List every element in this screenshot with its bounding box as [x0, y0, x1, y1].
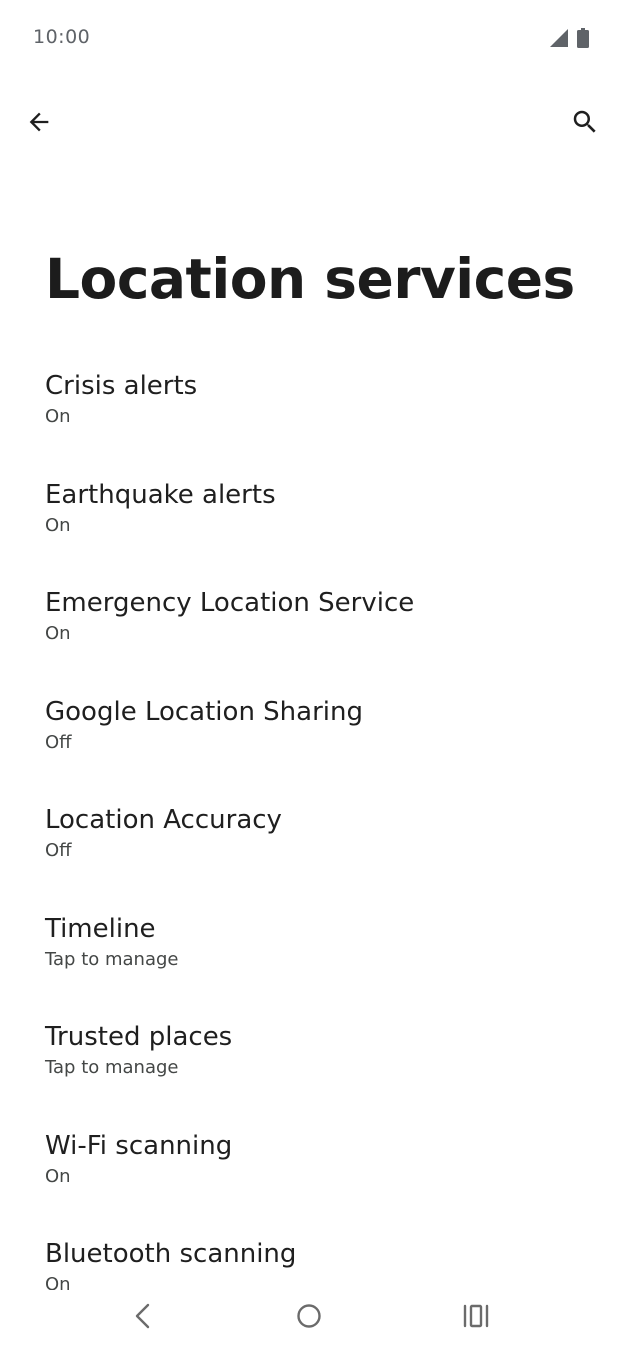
item-title: Bluetooth scanning — [45, 1239, 297, 1269]
item-summary: Off — [45, 840, 72, 861]
back-arrow-icon — [29, 112, 49, 132]
settings-list[interactable]: Crisis alerts On Earthquake alerts On Em… — [0, 358, 619, 1290]
item-summary: On — [45, 1165, 71, 1187]
list-item-earthquake-alerts[interactable]: Earthquake alerts On — [0, 467, 619, 576]
nav-home-button[interactable] — [279, 1296, 339, 1336]
back-button[interactable] — [15, 98, 63, 146]
nav-back-button[interactable] — [112, 1296, 172, 1336]
list-item-timeline[interactable]: Timeline Tap to manage — [0, 901, 619, 1010]
list-item-bluetooth-scanning[interactable]: Bluetooth scanning On — [0, 1226, 619, 1290]
list-item-google-location-sharing[interactable]: Google Location Sharing Off — [0, 684, 619, 793]
item-summary: Tap to manage — [45, 1057, 179, 1078]
item-summary: On — [45, 406, 71, 427]
cellular-signal-icon — [550, 29, 568, 47]
item-title: Location Accuracy — [45, 805, 282, 835]
page-title: Location services — [45, 247, 575, 311]
item-title: Google Location Sharing — [45, 696, 363, 727]
search-icon — [573, 110, 596, 133]
nav-back-icon — [135, 1303, 150, 1329]
search-button[interactable] — [561, 98, 609, 146]
item-title: Trusted places — [45, 1022, 233, 1052]
item-title: Emergency Location Service — [45, 588, 415, 618]
battery-icon — [577, 28, 589, 48]
nav-recents-icon — [463, 1304, 489, 1328]
list-item-crisis-alerts[interactable]: Crisis alerts On — [0, 358, 619, 467]
navigation-bar — [0, 1290, 619, 1350]
toolbar — [0, 96, 619, 148]
status-bar: 10:00 — [0, 0, 619, 76]
item-title: Wi-Fi scanning — [45, 1130, 233, 1161]
list-item-emergency-location-service[interactable]: Emergency Location Service On — [0, 575, 619, 684]
list-item-trusted-places[interactable]: Trusted places Tap to manage — [0, 1009, 619, 1118]
item-title: Crisis alerts — [45, 371, 198, 401]
item-title: Earthquake alerts — [45, 479, 276, 510]
status-icons — [549, 28, 589, 48]
nav-home-icon — [297, 1304, 321, 1328]
item-summary: On — [45, 514, 71, 536]
status-time: 10:00 — [33, 26, 91, 48]
item-summary: On — [45, 1274, 71, 1290]
list-item-location-accuracy[interactable]: Location Accuracy Off — [0, 792, 619, 901]
list-item-wifi-scanning[interactable]: Wi-Fi scanning On — [0, 1118, 619, 1227]
item-summary: Tap to manage — [45, 948, 179, 970]
item-summary: Off — [45, 731, 72, 753]
item-title: Timeline — [45, 913, 156, 944]
item-summary: On — [45, 623, 71, 644]
nav-recents-button[interactable] — [446, 1296, 506, 1336]
